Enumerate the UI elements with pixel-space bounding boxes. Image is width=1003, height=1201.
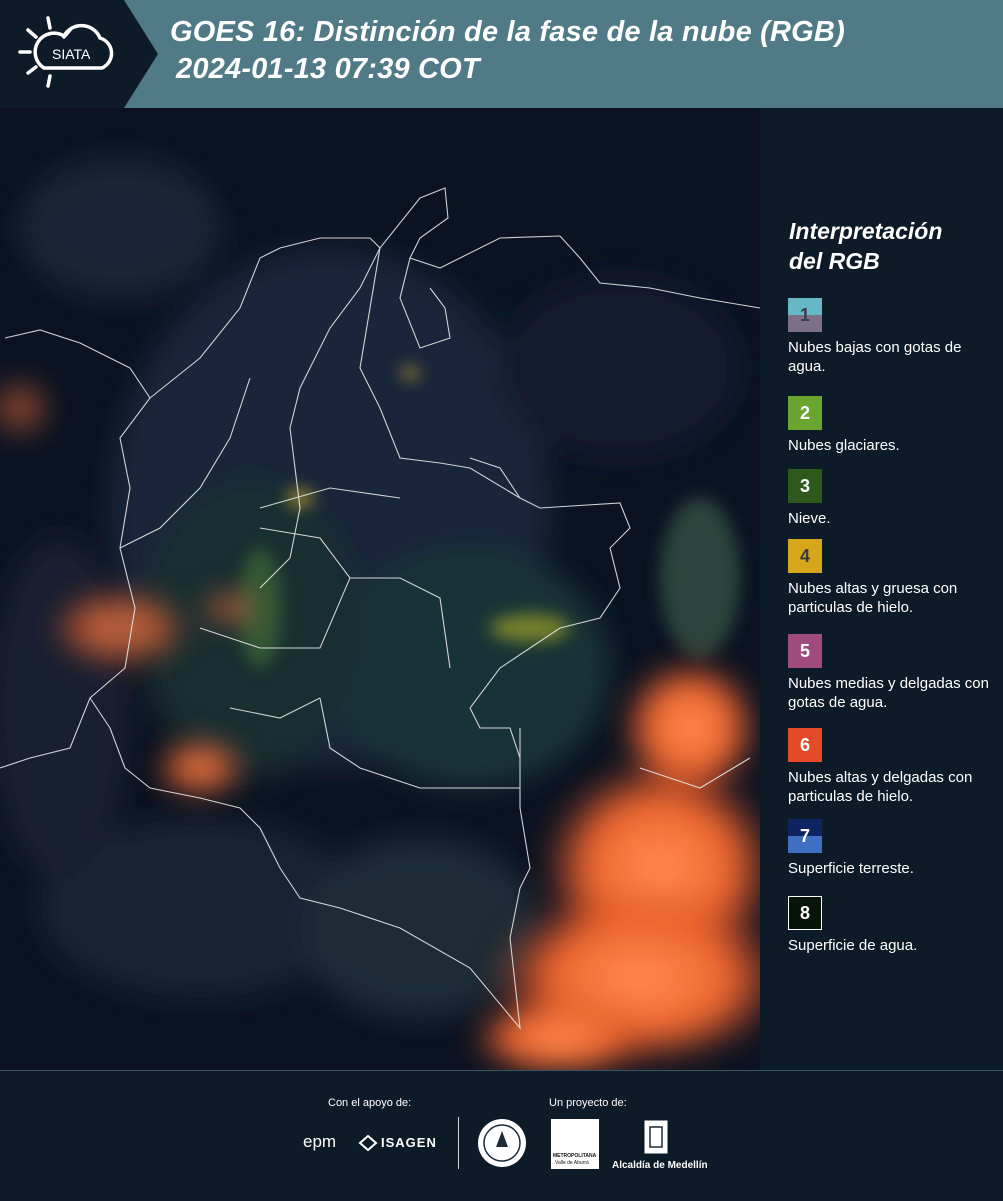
legend-swatch: 6 — [788, 728, 822, 762]
project-label: Un proyecto de: — [549, 1097, 627, 1109]
legend-title-line-2: del RGB — [789, 248, 880, 274]
legend-label: Nieve. — [788, 510, 831, 527]
legend-swatch: 8 — [788, 896, 822, 930]
satellite-image — [0, 108, 760, 1070]
legend-swatch: 3 — [788, 469, 822, 503]
epm-logo: epm — [303, 1132, 337, 1151]
alcaldia-medellin-label: Alcaldía de Medellín — [612, 1160, 708, 1171]
legend-swatch: 5 — [788, 634, 822, 668]
alcaldia-medellin-emblem-icon — [644, 1120, 668, 1154]
legend-item: 2 Nubes glaciares. — [788, 396, 993, 455]
satellite-map[interactable] — [0, 108, 760, 1070]
legend-item: 6 Nubes altas y delgadas con particulas … — [788, 728, 993, 806]
legend-title-line-1: Interpretación — [789, 218, 943, 244]
legend-swatch: 4 — [788, 539, 822, 573]
logo-text: SIATA — [52, 46, 91, 62]
university-seal-icon — [478, 1119, 526, 1167]
legend-item: 7 Superficie terreste. — [788, 819, 993, 878]
area-metropolitana-logo: METROPOLITANA Valle de Aburrá — [551, 1119, 599, 1169]
isagen-logo-icon — [358, 1134, 378, 1152]
legend-item: 4 Nubes altas y gruesa con particulas de… — [788, 539, 993, 617]
footer-divider — [458, 1117, 459, 1169]
legend-label: Superficie terreste. — [788, 860, 914, 877]
title-line-2: 2024-01-13 07:39 COT — [176, 53, 480, 85]
legend-title: Interpretación del RGB — [789, 216, 942, 276]
legend-item: 3 Nieve. — [788, 469, 993, 528]
legend-label: Nubes glaciares. — [788, 437, 900, 454]
support-label: Con el apoyo de: — [328, 1097, 412, 1109]
isagen-logo: ISAGEN — [381, 1135, 437, 1150]
legend-label: Nubes altas y delgadas con particulas de… — [788, 769, 973, 805]
footer: Con el apoyo de: Un proyecto de: epm ISA… — [0, 1070, 1003, 1201]
legend-item: 1 Nubes bajas con gotas de agua. — [788, 298, 993, 376]
title-line-1: GOES 16: Distinción de la fase de la nub… — [170, 16, 845, 48]
area-metropolitana-line-1: METROPOLITANA — [553, 1153, 597, 1159]
legend-label: Nubes medias y delgadas con gotas de agu… — [788, 675, 989, 711]
legend-label: Superficie de agua. — [788, 937, 918, 954]
legend-swatch: 1 — [788, 298, 822, 332]
legend-item: 5 Nubes medias y delgadas con gotas de a… — [788, 634, 993, 712]
legend-item: 8 Superficie de agua. — [788, 896, 993, 955]
legend-swatch: 7 — [788, 819, 822, 853]
page-title: GOES 16: Distinción de la fase de la nub… — [170, 14, 845, 88]
legend-label: Nubes bajas con gotas de agua. — [788, 339, 962, 375]
area-metropolitana-line-2: Valle de Aburrá — [555, 1160, 589, 1166]
legend-sidebar: Interpretación del RGB 1 Nubes bajas con… — [760, 108, 1003, 1070]
header-bar: SIATA GOES 16: Distinción de la fase de … — [0, 0, 1003, 108]
legend-label: Nubes altas y gruesa con particulas de h… — [788, 580, 958, 616]
legend-swatch: 2 — [788, 396, 822, 430]
